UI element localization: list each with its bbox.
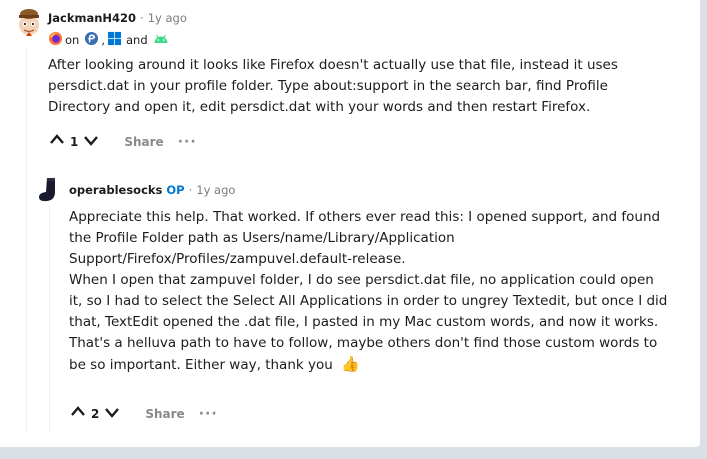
fedora-icon xyxy=(84,31,99,49)
downvote-button[interactable] xyxy=(103,403,121,424)
comment-meta: operablesocks OP · 1y ago xyxy=(69,183,235,197)
share-button[interactable]: Share xyxy=(145,407,184,421)
comment-thread: JackmanH420 · 1y ago on , and After look… xyxy=(0,0,700,447)
more-options-button[interactable]: ··· xyxy=(199,407,218,421)
comment-paragraph: When I open that zampuvel folder, I do s… xyxy=(69,272,668,373)
vote-count: 1 xyxy=(70,134,79,149)
comment-actions: 2 Share ··· xyxy=(69,403,218,424)
comment-paragraph: After looking around it looks like Firef… xyxy=(48,57,618,115)
upvote-button[interactable] xyxy=(69,403,87,424)
flair-on-text: on xyxy=(65,33,80,47)
avatar[interactable] xyxy=(36,176,64,204)
username-link[interactable]: operablesocks xyxy=(69,183,162,197)
upvote-button[interactable] xyxy=(48,131,66,152)
windows-icon xyxy=(107,31,122,49)
vote-count: 2 xyxy=(91,406,100,421)
more-options-button[interactable]: ··· xyxy=(178,135,197,149)
thread-line-1[interactable] xyxy=(26,48,27,433)
comment-meta: JackmanH420 · 1y ago xyxy=(48,11,187,25)
thumbs-up-emoji: 👍 xyxy=(341,355,360,373)
android-icon xyxy=(153,33,169,48)
flair-comma: , xyxy=(101,33,105,47)
separator-dot: · xyxy=(140,11,144,25)
user-flair: on , and xyxy=(48,31,169,49)
share-button[interactable]: Share xyxy=(124,135,163,149)
flair-and-text: and xyxy=(125,33,148,47)
downvote-button[interactable] xyxy=(82,131,100,152)
timestamp[interactable]: 1y ago xyxy=(148,11,187,25)
separator-dot: · xyxy=(188,183,193,197)
comment-body: After looking around it looks like Firef… xyxy=(48,55,668,118)
comment-paragraph: Appreciate this help. That worked. If ot… xyxy=(69,209,661,267)
comment-actions: 1 Share ··· xyxy=(48,131,197,152)
avatar[interactable] xyxy=(14,6,44,38)
page-background xyxy=(0,447,707,459)
comment-body: Appreciate this help. That worked. If ot… xyxy=(69,207,689,376)
firefox-icon xyxy=(48,31,63,49)
op-badge: OP xyxy=(166,183,185,197)
username-link[interactable]: JackmanH420 xyxy=(48,11,136,25)
thread-line-2[interactable] xyxy=(49,205,50,433)
timestamp[interactable]: 1y ago xyxy=(196,183,235,197)
